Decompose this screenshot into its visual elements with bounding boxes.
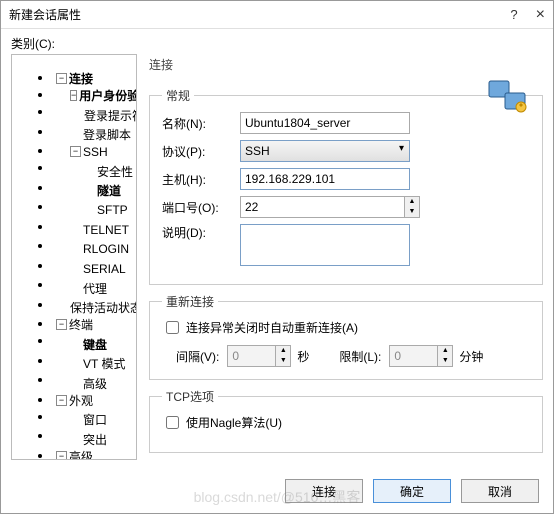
interval-unit: 秒	[297, 348, 309, 365]
tcp-legend: TCP选项	[162, 388, 218, 405]
network-icon	[487, 79, 529, 117]
port-label: 端口号(O):	[162, 199, 240, 216]
limit-up-icon[interactable]: ▲	[438, 346, 452, 356]
expand-icon[interactable]: −	[56, 451, 67, 461]
tree-item-label: TELNET	[83, 223, 129, 237]
tree-item-label: VT 模式	[83, 355, 125, 372]
tree-item-12[interactable]: 保持活动状态	[52, 299, 136, 316]
tree-item-5[interactable]: 安全性	[52, 163, 136, 180]
desc-label: 说明(D):	[162, 224, 240, 241]
window-title: 新建会话属性	[9, 6, 81, 23]
limit-spinner[interactable]: ▲▼	[389, 345, 453, 367]
interval-up-icon[interactable]: ▲	[276, 346, 290, 356]
desc-textarea[interactable]	[240, 224, 410, 266]
tree-item-14[interactable]: 键盘	[52, 336, 136, 353]
tree-item-11[interactable]: 代理	[52, 280, 136, 297]
expand-icon[interactable]: −	[56, 73, 67, 84]
tree-item-label: 安全性	[97, 163, 133, 180]
port-spinner[interactable]: ▲▼	[240, 196, 340, 218]
tree-item-label: 突出	[83, 431, 107, 448]
tree-item-8[interactable]: TELNET	[52, 221, 136, 238]
ok-button[interactable]: 确定	[373, 479, 451, 503]
tree-item-label: 隧道	[97, 182, 121, 199]
tree-item-6[interactable]: 隧道	[52, 182, 136, 199]
interval-down-icon[interactable]: ▼	[276, 356, 290, 366]
nagle-label: 使用Nagle算法(U)	[186, 414, 282, 431]
port-down-icon[interactable]: ▼	[405, 207, 419, 217]
connect-button[interactable]: 连接	[285, 479, 363, 503]
tree-item-20[interactable]: −高级	[52, 448, 136, 461]
tree-item-4[interactable]: −SSH	[52, 143, 136, 160]
port-up-icon[interactable]: ▲	[405, 197, 419, 207]
cancel-button[interactable]: 取消	[461, 479, 539, 503]
reconnect-legend: 重新连接	[162, 293, 218, 310]
tree-item-label: RLOGIN	[83, 242, 129, 256]
tree-item-label: SSH	[83, 145, 108, 159]
tree-item-label: 外观	[69, 392, 93, 409]
tree-item-18[interactable]: 窗口	[52, 411, 136, 428]
help-icon[interactable]: ?	[510, 7, 517, 22]
tree-item-label: 代理	[83, 280, 107, 297]
reconnect-chk-label: 连接异常关闭时自动重新连接(A)	[186, 319, 358, 336]
panel-header: 连接	[149, 54, 543, 79]
titlebar: 新建会话属性 ? ×	[1, 1, 553, 29]
limit-unit: 分钟	[459, 348, 483, 365]
interval-label: 间隔(V):	[176, 348, 219, 365]
tree-item-3[interactable]: 登录脚本	[52, 126, 136, 143]
tree-item-0[interactable]: −连接	[52, 70, 136, 87]
reconnect-group: 重新连接 连接异常关闭时自动重新连接(A) 间隔(V): ▲▼ 秒 限制(L):…	[149, 293, 543, 380]
tree-item-label: SFTP	[97, 203, 128, 217]
limit-down-icon[interactable]: ▼	[438, 356, 452, 366]
protocol-select[interactable]: SSH	[240, 140, 410, 162]
tree-item-label: 保持活动状态	[70, 299, 137, 316]
protocol-label: 协议(P):	[162, 143, 240, 160]
tree-item-label: 高级	[83, 375, 107, 392]
category-label: 类别(C):	[1, 29, 553, 54]
limit-label: 限制(L):	[339, 348, 381, 365]
host-label: 主机(H):	[162, 171, 240, 188]
tree-item-label: 登录提示符	[84, 107, 137, 124]
titlebar-controls: ? ×	[510, 6, 545, 24]
dialog-footer: 连接 确定 取消	[285, 479, 539, 503]
tree-item-7[interactable]: SFTP	[52, 202, 136, 219]
limit-input[interactable]	[389, 345, 438, 367]
tree-item-19[interactable]: 突出	[52, 431, 136, 448]
reconnect-checkbox[interactable]	[166, 321, 179, 334]
interval-spinner[interactable]: ▲▼	[227, 345, 291, 367]
tree-item-label: 终端	[69, 316, 93, 333]
tree-item-16[interactable]: 高级	[52, 375, 136, 392]
expand-icon[interactable]: −	[70, 90, 77, 101]
interval-input[interactable]	[227, 345, 276, 367]
expand-icon[interactable]: −	[56, 319, 67, 330]
tree-item-label: 登录脚本	[83, 126, 131, 143]
general-group: 常规 名称(N): 协议(P): SSH 主机(H): 端口号(O): ▲▼	[149, 87, 543, 285]
tree-item-2[interactable]: 登录提示符	[52, 107, 136, 124]
expand-icon[interactable]: −	[56, 395, 67, 406]
close-icon[interactable]: ×	[536, 6, 545, 24]
tree-item-label: 高级	[69, 448, 93, 461]
tree-item-label: 用户身份验证	[79, 87, 137, 104]
tcp-group: TCP选项 使用Nagle算法(U)	[149, 388, 543, 453]
tree-item-label: 连接	[69, 70, 93, 87]
category-tree[interactable]: −连接−用户身份验证登录提示符登录脚本−SSH安全性隧道SFTPTELNETRL…	[11, 54, 137, 460]
nagle-checkbox[interactable]	[166, 416, 179, 429]
tree-item-label: SERIAL	[83, 262, 126, 276]
tree-item-15[interactable]: VT 模式	[52, 355, 136, 372]
tree-item-9[interactable]: RLOGIN	[52, 241, 136, 258]
name-label: 名称(N):	[162, 115, 240, 132]
expand-icon[interactable]: −	[70, 146, 81, 157]
host-input[interactable]	[240, 168, 410, 190]
tree-item-17[interactable]: −外观	[52, 392, 136, 409]
tree-item-label: 键盘	[83, 336, 107, 353]
port-input[interactable]	[240, 196, 405, 218]
tree-item-1[interactable]: −用户身份验证	[52, 87, 136, 104]
tree-item-label: 窗口	[83, 411, 107, 428]
name-input[interactable]	[240, 112, 410, 134]
general-legend: 常规	[162, 87, 194, 104]
tree-item-10[interactable]: SERIAL	[52, 260, 136, 277]
tree-item-13[interactable]: −终端	[52, 316, 136, 333]
